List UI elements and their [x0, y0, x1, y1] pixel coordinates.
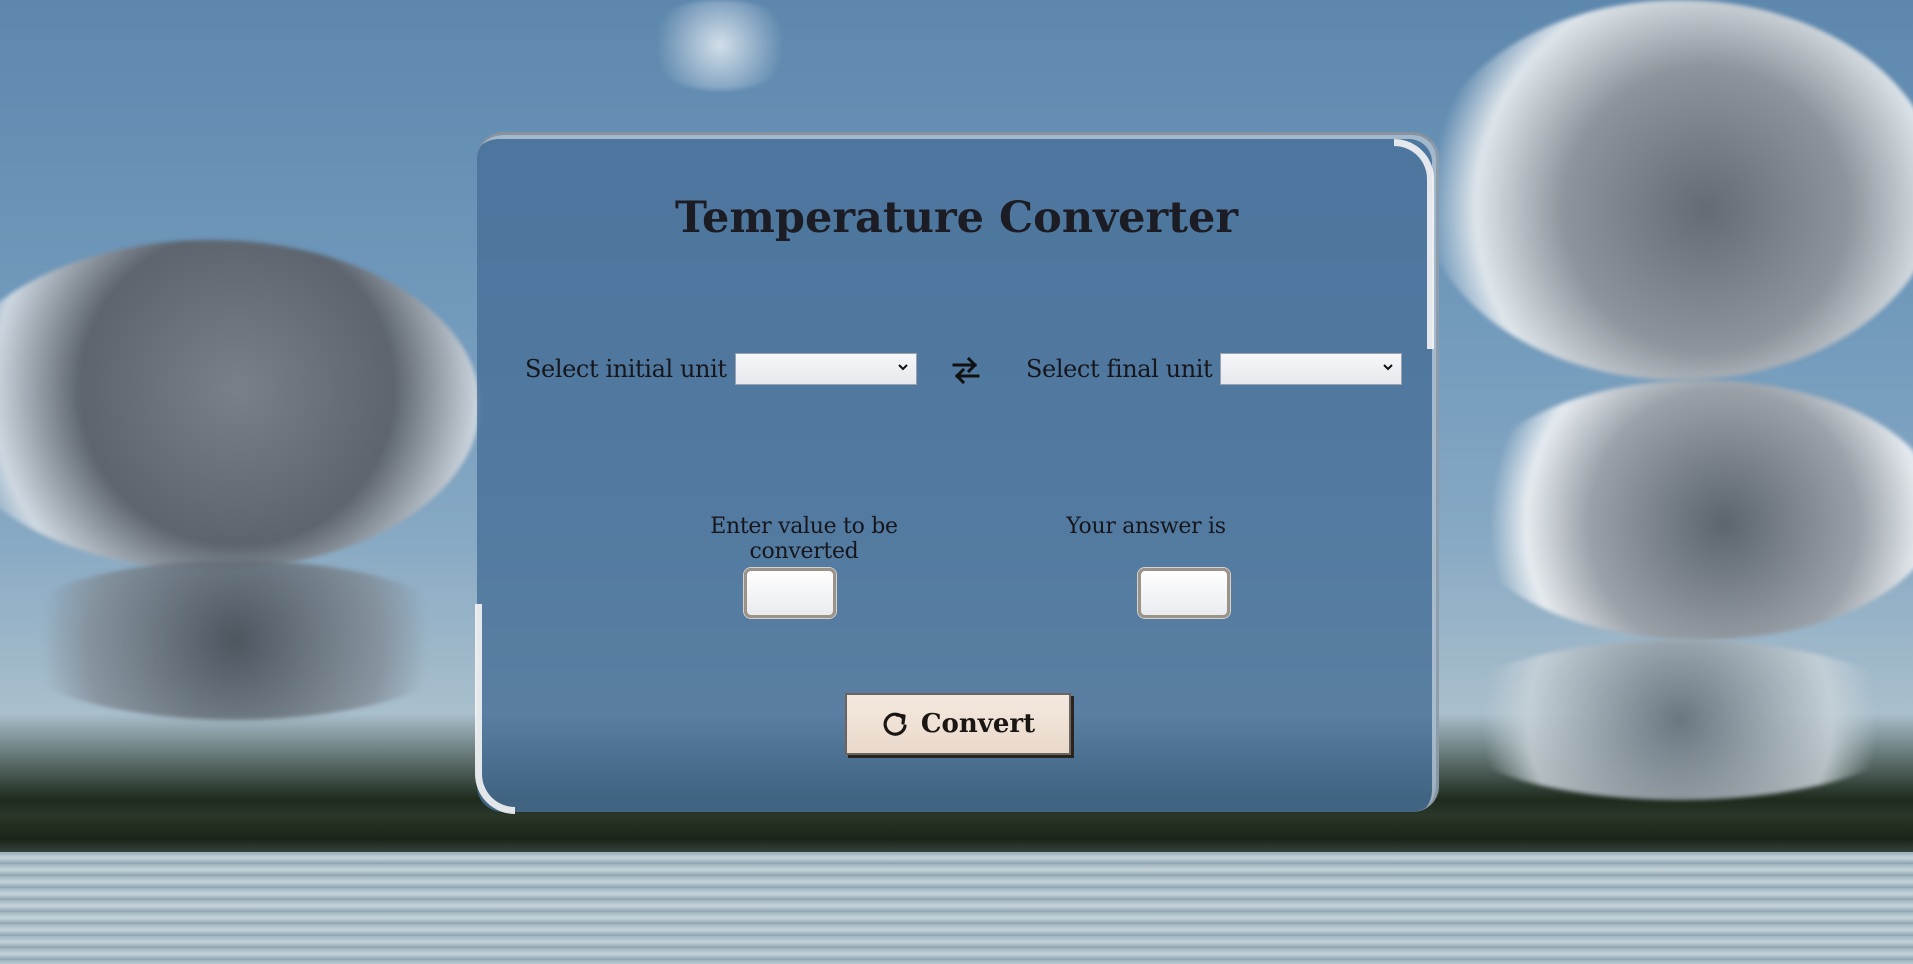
- chevron-down-icon: [1383, 364, 1394, 371]
- initial-unit-group: Select initial unit: [525, 350, 917, 388]
- cloud: [1460, 380, 1913, 640]
- answer-output-box: [1138, 568, 1230, 618]
- initial-unit-select[interactable]: [734, 353, 917, 385]
- swap-arrows-icon: [952, 356, 980, 385]
- cloud: [640, 0, 800, 90]
- converter-card: Temperature Converter Select initial uni…: [475, 132, 1439, 814]
- refresh-icon: [883, 712, 907, 736]
- cloud: [0, 240, 480, 570]
- value-input[interactable]: [747, 571, 833, 615]
- answer-output: [1141, 571, 1227, 615]
- final-unit-label: Select final unit: [1026, 355, 1213, 383]
- convert-button[interactable]: Convert: [845, 693, 1071, 755]
- answer-label: Your answer is: [1066, 514, 1226, 539]
- lake: [0, 852, 1913, 964]
- value-input-box[interactable]: [744, 568, 836, 618]
- cloud: [0, 560, 470, 720]
- card-corner-accent: [1394, 139, 1434, 349]
- initial-unit-label: Select initial unit: [525, 355, 727, 383]
- card-corner-accent: [475, 604, 515, 814]
- convert-button-label: Convert: [920, 709, 1036, 739]
- page-title: Temperature Converter: [674, 193, 1238, 243]
- treeline: [0, 815, 1913, 855]
- swap-units-button[interactable]: [948, 353, 984, 387]
- final-unit-select[interactable]: [1220, 353, 1403, 385]
- value-input-label: Enter value to be converted: [710, 514, 898, 564]
- cloud: [1420, 0, 1913, 380]
- chevron-down-icon: [897, 364, 908, 371]
- cloud: [1440, 640, 1913, 800]
- final-unit-group: Select final unit: [1026, 350, 1403, 388]
